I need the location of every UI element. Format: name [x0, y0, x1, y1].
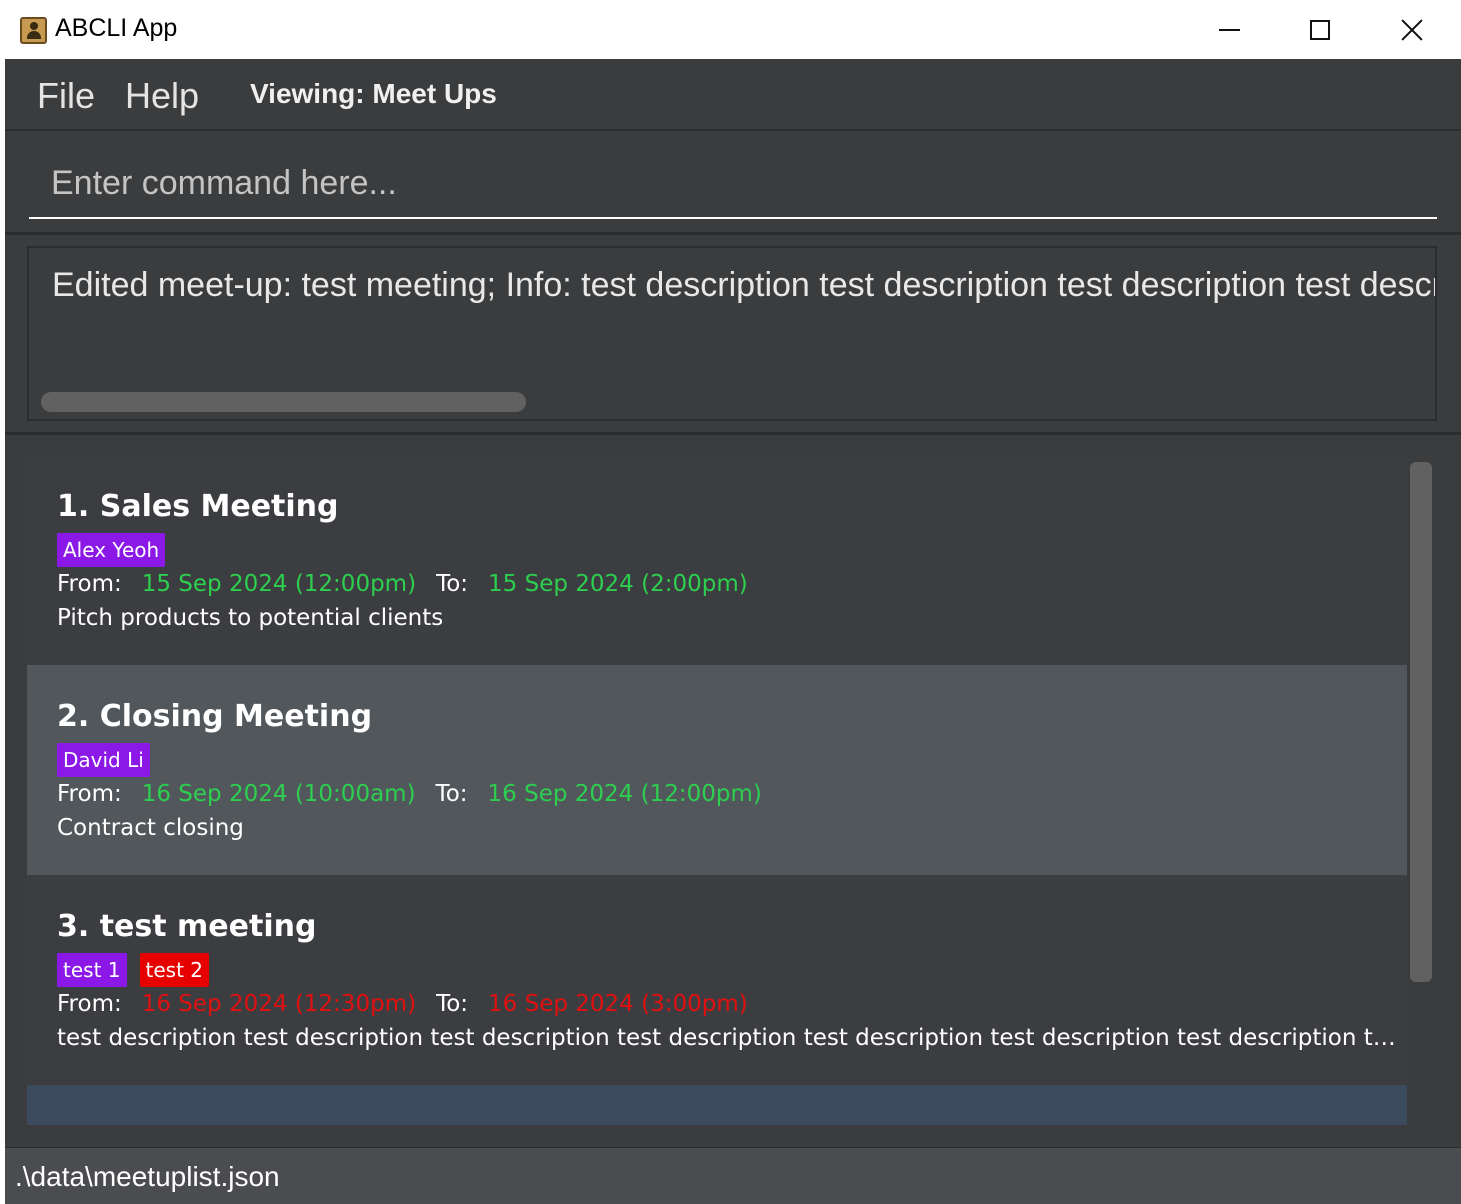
menu-bar: File Help Viewing: Meet Ups [5, 59, 1461, 131]
viewing-label: Viewing: Meet Ups [250, 78, 497, 109]
app-icon [20, 17, 47, 44]
list-empty-row [27, 1085, 1407, 1125]
result-display: Edited meet-up: test meeting; Info: test… [5, 235, 1461, 435]
meetup-time-row: From: 16 Sep 2024 (10:00am) To: 16 Sep 2024… [57, 781, 762, 807]
meetup-card-selected[interactable]: 2. Closing Meeting David Li From: 16 Sep … [27, 665, 1407, 875]
from-time-conflict: 16 Sep 2024 (12:30pm) [141, 991, 417, 1017]
meetup-tags: test 1 test 2 [57, 953, 209, 987]
meetup-description: Contract closing [57, 815, 244, 841]
to-time: 16 Sep 2024 (12:00pm) [487, 781, 762, 807]
window-title: ABCLI App [55, 14, 178, 42]
meetup-time-row: From: 16 Sep 2024 (12:30pm) To: 16 Sep 2024… [57, 991, 748, 1017]
close-button[interactable] [1366, 0, 1458, 59]
meetup-list-panel: 1. Sales Meeting Alex Yeoh From: 15 Sep 2… [5, 437, 1461, 1145]
maximize-button[interactable] [1274, 0, 1366, 59]
person-tag: test 1 [57, 953, 127, 987]
list-vertical-scrollbar[interactable] [1410, 462, 1432, 982]
status-bar: .\data\meetuplist.json [5, 1147, 1461, 1204]
meetup-tags: David Li [57, 743, 150, 777]
meetup-title: 3. test meeting [57, 909, 317, 944]
result-text-area[interactable]: Edited meet-up: test meeting; Info: test… [27, 246, 1437, 421]
command-input[interactable] [29, 149, 1437, 219]
to-time: 15 Sep 2024 (2:00pm) [488, 571, 748, 597]
person-tag-conflict: test 2 [139, 953, 209, 987]
person-tag: Alex Yeoh [57, 533, 166, 567]
command-box [5, 131, 1461, 235]
meetup-description: Pitch products to potential clients [57, 605, 444, 631]
to-label: To: [436, 991, 469, 1017]
minimize-button[interactable] [1183, 0, 1275, 59]
meetup-card[interactable]: 3. test meeting test 1 test 2 From: 16 Se… [27, 875, 1407, 1085]
to-label: To: [436, 571, 469, 597]
result-horizontal-scrollbar[interactable] [41, 392, 526, 412]
title-bar: ABCLI App [0, 0, 1461, 59]
to-time-conflict: 16 Sep 2024 (3:00pm) [488, 991, 748, 1017]
meetup-tags: Alex Yeoh [57, 533, 166, 567]
from-label: From: [57, 991, 122, 1017]
meetup-title: 1. Sales Meeting [57, 489, 339, 524]
person-tag: David Li [57, 743, 150, 777]
maximize-icon [1310, 19, 1330, 40]
from-label: From: [57, 781, 122, 807]
meetup-title: 2. Closing Meeting [57, 699, 373, 734]
from-label: From: [57, 571, 122, 597]
data-file-path: .\data\meetuplist.json [15, 1161, 280, 1192]
minimize-icon [1218, 28, 1240, 31]
meetup-time-row: From: 15 Sep 2024 (12:00pm) To: 15 Sep 2024… [57, 571, 748, 597]
from-time: 15 Sep 2024 (12:00pm) [141, 571, 417, 597]
menu-file[interactable]: File [37, 75, 95, 117]
from-time: 16 Sep 2024 (10:00am) [141, 781, 416, 807]
menu-help[interactable]: Help [125, 75, 199, 117]
result-message: Edited meet-up: test meeting; Info: test… [52, 266, 1437, 304]
meetup-card[interactable]: 1. Sales Meeting Alex Yeoh From: 15 Sep 2… [27, 455, 1407, 665]
to-label: To: [435, 781, 468, 807]
meetup-list[interactable]: 1. Sales Meeting Alex Yeoh From: 15 Sep 2… [27, 455, 1407, 1125]
main-window: File Help Viewing: Meet Ups Edited meet-… [5, 59, 1461, 1204]
meetup-description: test description test description test d… [57, 1025, 1397, 1051]
close-icon [1401, 19, 1423, 41]
